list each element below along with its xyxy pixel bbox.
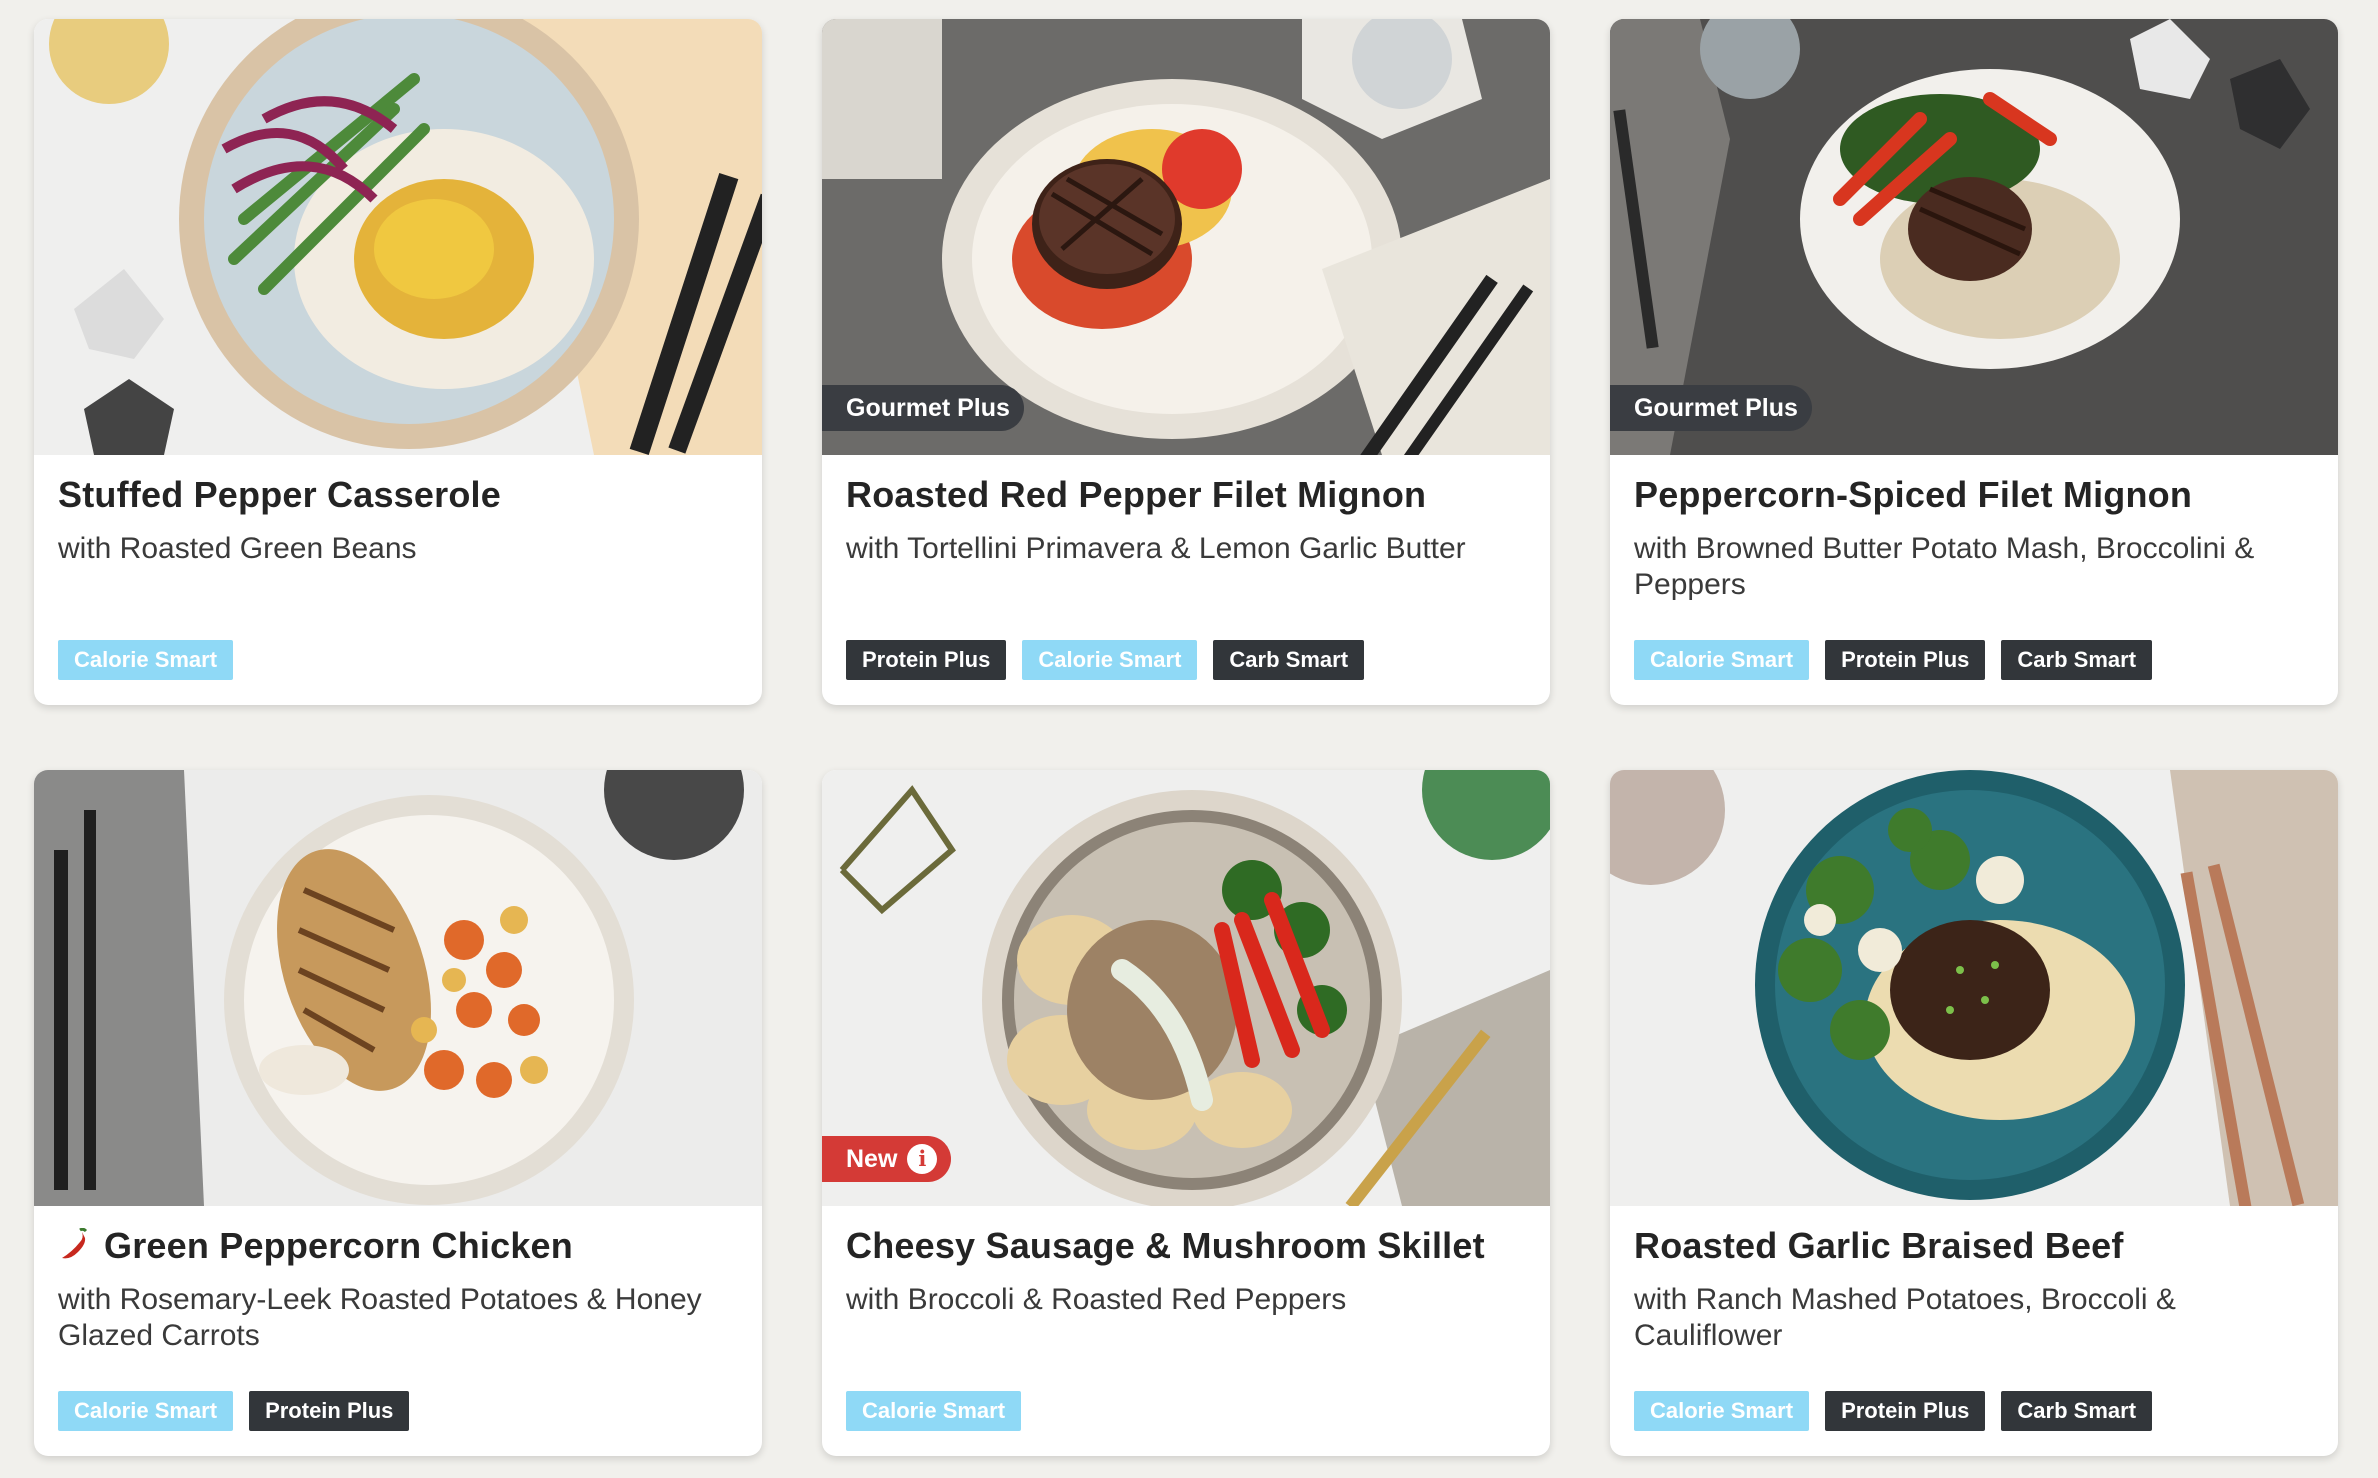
recipe-card[interactable]: New i Cheesy Sausage & Mushroom Skillet … — [822, 770, 1550, 1456]
recipe-tags: Calorie Smart — [58, 640, 234, 680]
recipe-photo[interactable] — [1610, 770, 2338, 1206]
recipe-tags: Calorie Smart Protein Plus Carb Smart — [1634, 1391, 2153, 1431]
recipe-photo-image — [34, 770, 762, 1206]
recipe-info: Stuffed Pepper Casserole with Roasted Gr… — [34, 455, 762, 705]
recipe-card[interactable]: Stuffed Pepper Casserole with Roasted Gr… — [34, 19, 762, 705]
ribbon-gourmet-plus: Gourmet Plus — [1610, 385, 1812, 431]
tag-carb-smart: Carb Smart — [2001, 1391, 2153, 1431]
recipe-title[interactable]: Stuffed Pepper Casserole — [58, 473, 738, 517]
tag-protein-plus: Protein Plus — [1825, 1391, 1986, 1431]
recipe-title[interactable]: Roasted Red Pepper Filet Mignon — [846, 473, 1526, 517]
recipe-title[interactable]: Roasted Garlic Braised Beef — [1634, 1224, 2314, 1268]
recipe-grid: Stuffed Pepper Casserole with Roasted Gr… — [34, 19, 2338, 1456]
recipe-card[interactable]: Gourmet Plus Peppercorn-Spiced Filet Mig… — [1610, 19, 2338, 705]
recipe-subtitle: with Browned Butter Potato Mash, Broccol… — [1634, 532, 2255, 601]
recipe-tags: Calorie Smart Protein Plus — [58, 1391, 410, 1431]
recipe-subtitle: with Roasted Green Beans — [58, 532, 417, 565]
recipe-photo[interactable] — [34, 770, 762, 1206]
tag-calorie-smart: Calorie Smart — [1634, 1391, 1810, 1431]
recipe-info: Peppercorn-Spiced Filet Mignon with Brow… — [1610, 455, 2338, 705]
tag-calorie-smart: Calorie Smart — [1634, 640, 1810, 680]
recipe-photo-image — [1610, 770, 2338, 1206]
recipe-photo[interactable]: Gourmet Plus — [1610, 19, 2338, 455]
recipe-subtitle: with Rosemary-Leek Roasted Potatoes & Ho… — [58, 1283, 702, 1352]
tag-carb-smart: Carb Smart — [1213, 640, 1365, 680]
recipe-info: Roasted Garlic Braised Beef with Ranch M… — [1610, 1206, 2338, 1456]
tag-protein-plus: Protein Plus — [1825, 640, 1986, 680]
recipe-info: Cheesy Sausage & Mushroom Skillet with B… — [822, 1206, 1550, 1456]
tag-calorie-smart: Calorie Smart — [846, 1391, 1022, 1431]
tag-calorie-smart: Calorie Smart — [58, 640, 234, 680]
recipe-card[interactable]: Green Peppercorn Chicken with Rosemary-L… — [34, 770, 762, 1456]
recipe-tags: Protein Plus Calorie Smart Carb Smart — [846, 640, 1365, 680]
tag-carb-smart: Carb Smart — [2001, 640, 2153, 680]
recipe-info: Green Peppercorn Chicken with Rosemary-L… — [34, 1206, 762, 1456]
chili-pepper-icon — [62, 1228, 88, 1259]
recipe-photo[interactable]: New i — [822, 770, 1550, 1206]
tag-protein-plus: Protein Plus — [249, 1391, 410, 1431]
ribbon-gourmet-plus: Gourmet Plus — [822, 385, 1024, 431]
info-icon[interactable]: i — [907, 1144, 938, 1174]
recipe-photo[interactable]: Gourmet Plus — [822, 19, 1550, 455]
recipe-title[interactable]: Cheesy Sausage & Mushroom Skillet — [846, 1224, 1526, 1268]
recipe-subtitle: with Tortellini Primavera & Lemon Garlic… — [846, 532, 1466, 565]
recipe-tags: Calorie Smart — [846, 1391, 1022, 1431]
recipe-subtitle: with Broccoli & Roasted Red Peppers — [846, 1283, 1347, 1316]
ribbon-label: Gourmet Plus — [1634, 394, 1798, 422]
recipe-tags: Calorie Smart Protein Plus Carb Smart — [1634, 640, 2153, 680]
recipe-info: Roasted Red Pepper Filet Mignon with Tor… — [822, 455, 1550, 705]
tag-calorie-smart: Calorie Smart — [1022, 640, 1198, 680]
recipe-title[interactable]: Green Peppercorn Chicken — [58, 1224, 738, 1268]
recipe-title[interactable]: Peppercorn-Spiced Filet Mignon — [1634, 473, 2314, 517]
tag-calorie-smart: Calorie Smart — [58, 1391, 234, 1431]
recipe-card[interactable]: Roasted Garlic Braised Beef with Ranch M… — [1610, 770, 2338, 1456]
recipe-photo[interactable] — [34, 19, 762, 455]
recipe-subtitle: with Ranch Mashed Potatoes, Broccoli & C… — [1634, 1283, 2176, 1352]
recipe-photo-image — [34, 19, 762, 455]
ribbon-label: Gourmet Plus — [846, 394, 1010, 422]
ribbon-new: New i — [822, 1136, 952, 1182]
ribbon-label: New — [846, 1145, 898, 1173]
recipe-card[interactable]: Gourmet Plus Roasted Red Pepper Filet Mi… — [822, 19, 1550, 705]
tag-protein-plus: Protein Plus — [846, 640, 1007, 680]
